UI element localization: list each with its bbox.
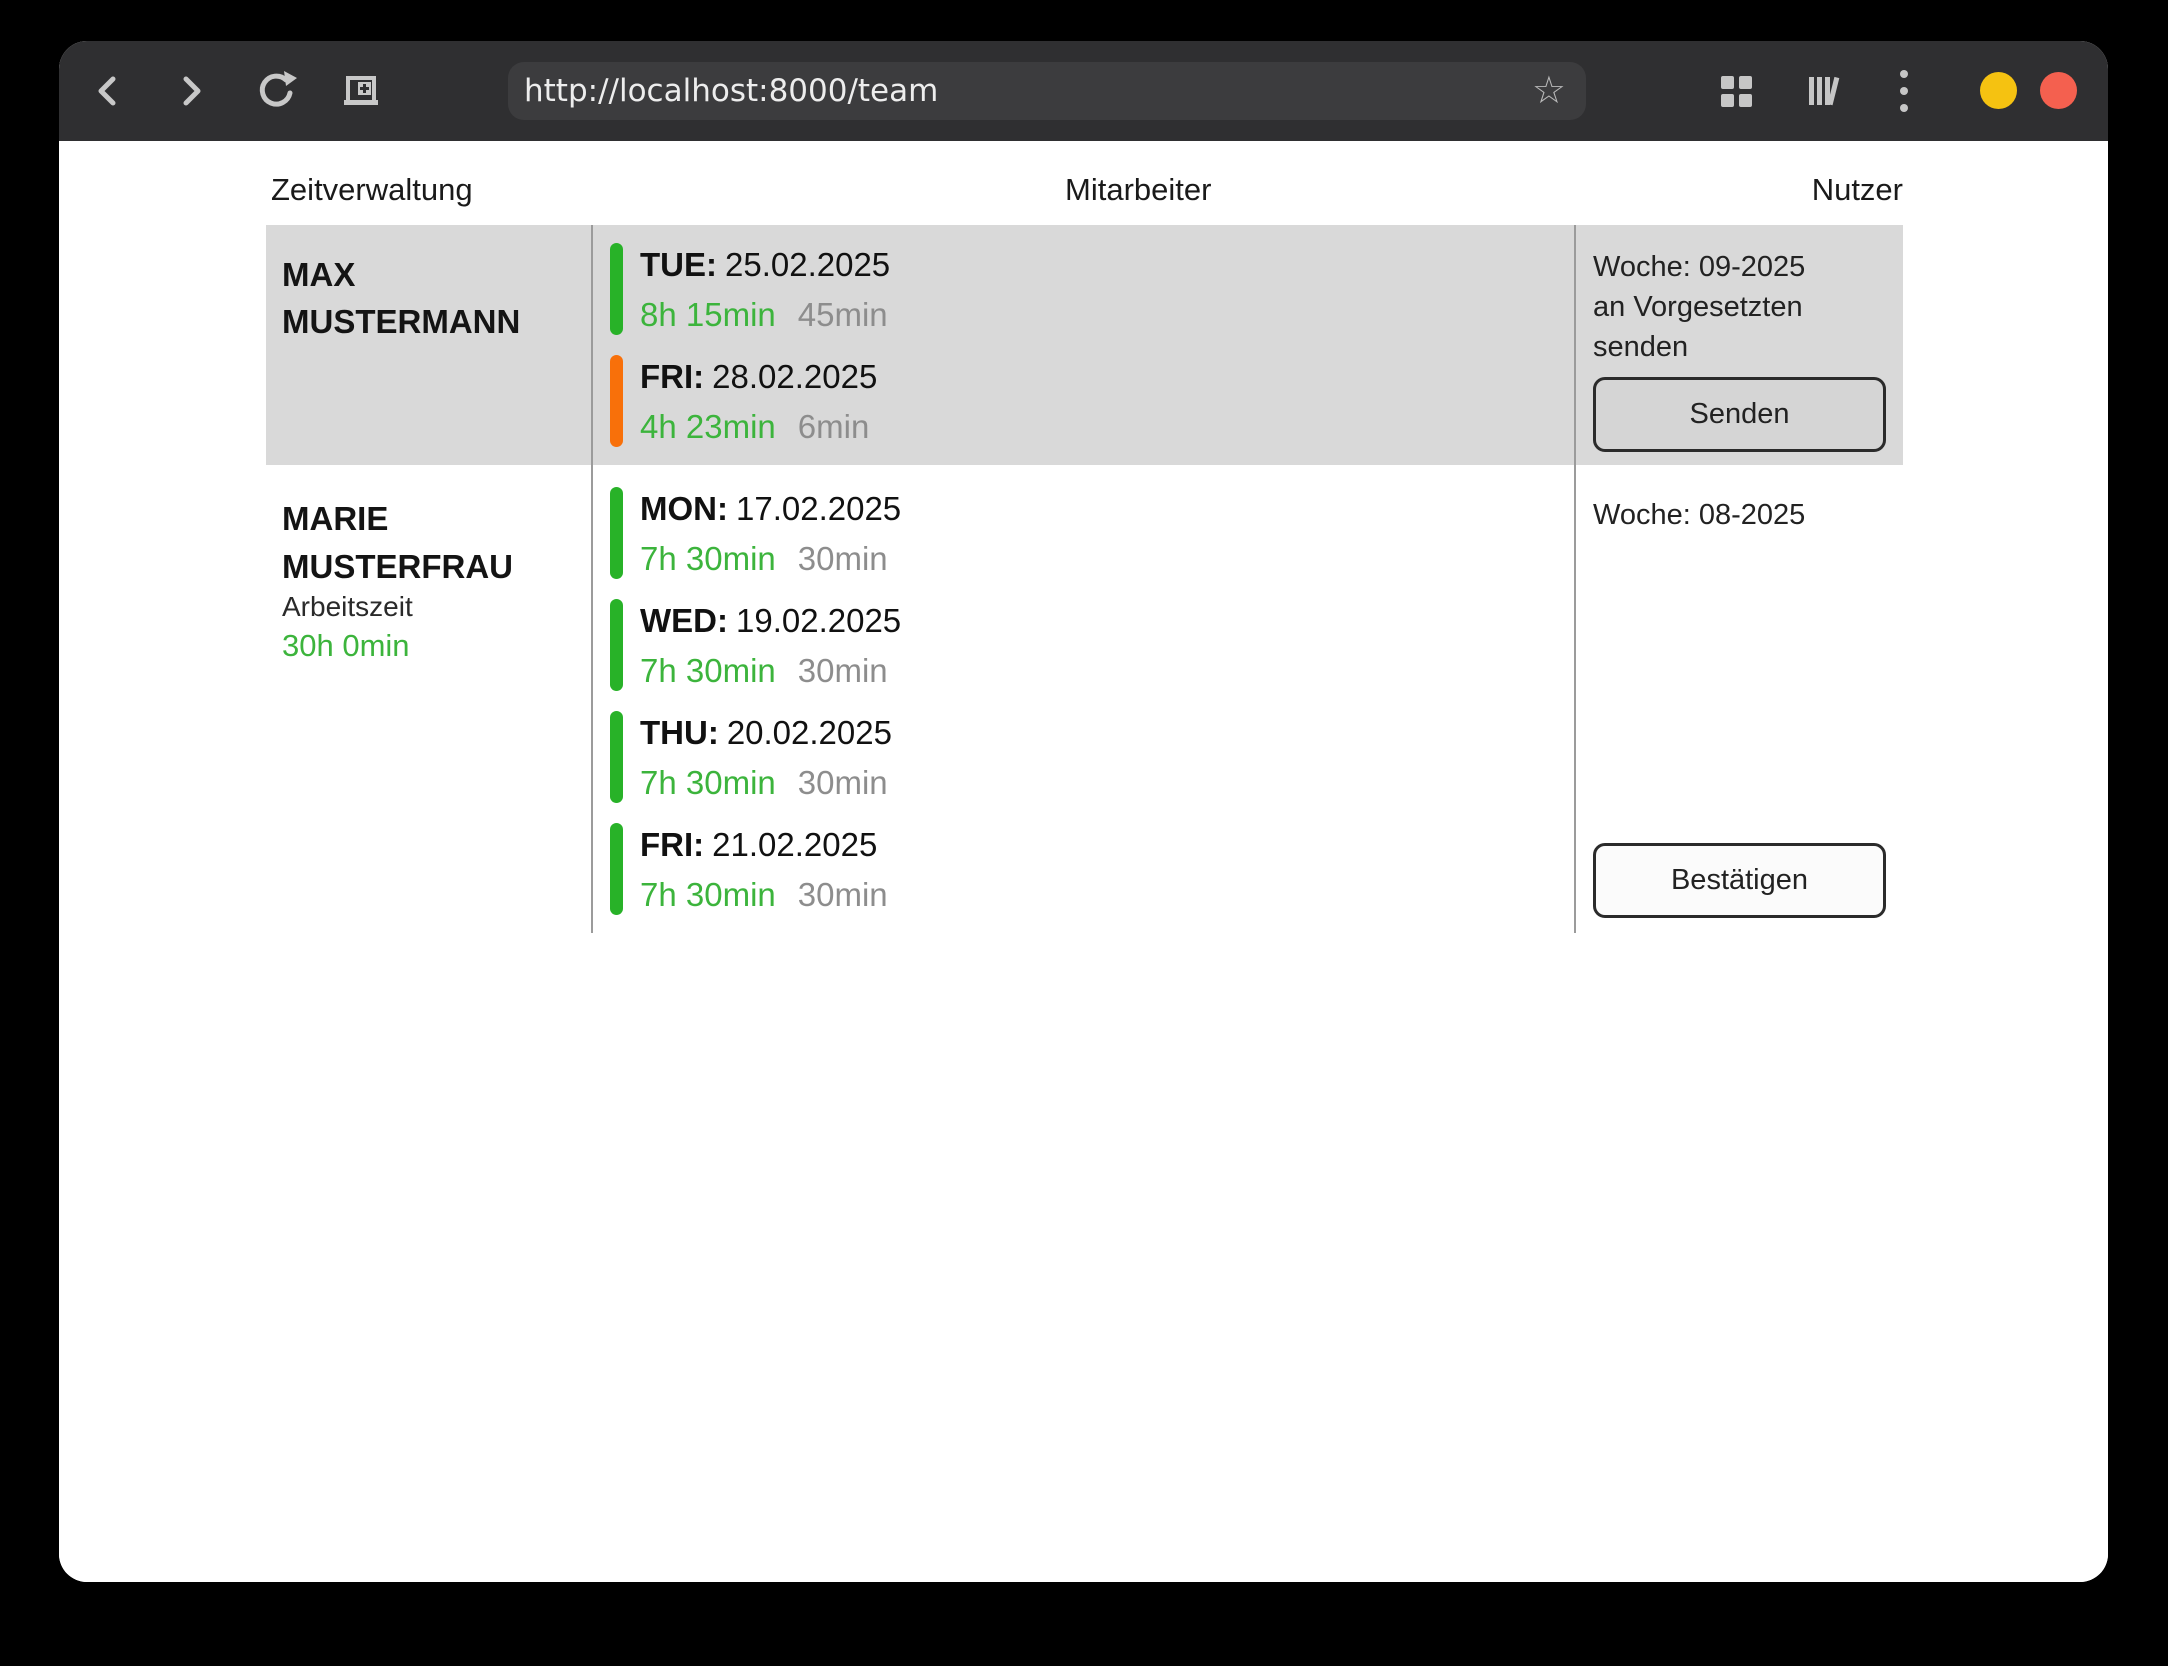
time-entry: FRI:21.02.2025 7h 30min 30min: [610, 823, 888, 917]
senden-button[interactable]: Senden: [1593, 377, 1886, 452]
new-tab-button[interactable]: [339, 41, 383, 141]
entry-date: 28.02.2025: [712, 358, 877, 395]
nav-item-nutzer[interactable]: Nutzer: [1812, 170, 1903, 210]
employee-last-name: MUSTERFRAU: [282, 543, 513, 591]
kebab-menu-icon: [1900, 70, 1908, 112]
worked-duration: 4h 23min: [640, 408, 776, 445]
chevron-right-icon: [171, 69, 211, 113]
employee-subtitle: Arbeitszeit: [282, 590, 413, 624]
entry-day-label: FRI:: [640, 826, 704, 863]
reload-button[interactable]: [254, 41, 298, 141]
time-entry: WED:19.02.2025 7h 30min 30min: [610, 599, 901, 693]
entry-day-label: TUE:: [640, 246, 717, 283]
column-divider-right: [1574, 225, 1576, 933]
status-bar-orange-icon: [610, 355, 623, 447]
bookmark-star-icon[interactable]: ☆: [1532, 71, 1566, 109]
page-content: Zeitverwaltung Mitarbeiter Nutzer MAX MU…: [59, 141, 2108, 1582]
worked-duration: 7h 30min: [640, 876, 776, 913]
url-bar[interactable]: http://localhost:8000/team ☆: [508, 62, 1586, 120]
grid-icon: [1721, 76, 1752, 107]
worked-duration: 7h 30min: [640, 540, 776, 577]
chevron-left-icon: [88, 69, 128, 113]
break-duration: 30min: [798, 764, 888, 801]
back-button[interactable]: [88, 41, 128, 141]
week-note-line: an Vorgesetzten: [1593, 287, 1805, 327]
time-entry: MON:17.02.2025 7h 30min 30min: [610, 487, 901, 581]
browser-window: http://localhost:8000/team ☆ Zeitverwalt: [59, 41, 2108, 1582]
time-entry: THU:20.02.2025 7h 30min 30min: [610, 711, 892, 805]
break-duration: 30min: [798, 540, 888, 577]
status-bar-green-icon: [610, 487, 623, 579]
browser-toolbar: http://localhost:8000/team ☆: [59, 41, 2108, 141]
employee-first-name: MAX: [282, 251, 520, 298]
entry-day-label: THU:: [640, 714, 719, 751]
worked-duration: 8h 15min: [640, 296, 776, 333]
entry-date: 19.02.2025: [736, 602, 901, 639]
employee-last-name: MUSTERMANN: [282, 298, 520, 345]
nav-item-mitarbeiter[interactable]: Mitarbeiter: [1065, 170, 1211, 210]
entry-day-label: WED:: [640, 602, 728, 639]
entry-date: 25.02.2025: [725, 246, 890, 283]
worked-duration: 7h 30min: [640, 652, 776, 689]
reload-icon: [254, 69, 298, 113]
close-button[interactable]: [2040, 72, 2077, 109]
menu-button[interactable]: [1892, 41, 1916, 141]
worked-duration: 7h 30min: [640, 764, 776, 801]
library-button[interactable]: [1801, 41, 1845, 141]
employee-total-hours: 30h 0min: [282, 628, 410, 664]
status-bar-green-icon: [610, 599, 623, 691]
status-bar-green-icon: [610, 823, 623, 915]
employee-name: MARIE MUSTERFRAU: [282, 495, 513, 591]
url-text: http://localhost:8000/team: [524, 73, 938, 109]
time-entry: TUE:25.02.2025 8h 15min 45min: [610, 243, 890, 337]
break-duration: 30min: [798, 876, 888, 913]
nav-item-zeitverwaltung[interactable]: Zeitverwaltung: [271, 170, 473, 210]
entry-day-label: MON:: [640, 490, 728, 527]
week-label: Woche: 09-2025: [1593, 247, 1805, 287]
break-duration: 6min: [798, 408, 870, 445]
forward-button[interactable]: [171, 41, 211, 141]
week-note-line: senden: [1593, 327, 1805, 367]
break-duration: 45min: [798, 296, 888, 333]
minimize-button[interactable]: [1980, 72, 2017, 109]
tab-overview-button[interactable]: [1719, 41, 1753, 141]
bestaetigen-button[interactable]: Bestätigen: [1593, 843, 1886, 918]
break-duration: 30min: [798, 652, 888, 689]
new-tab-icon: [339, 69, 383, 113]
week-note: Woche: 08-2025: [1593, 495, 1805, 535]
library-icon: [1801, 69, 1845, 113]
status-bar-green-icon: [610, 243, 623, 335]
entry-date: 20.02.2025: [727, 714, 892, 751]
entry-date: 17.02.2025: [736, 490, 901, 527]
entry-day-label: FRI:: [640, 358, 704, 395]
status-bar-green-icon: [610, 711, 623, 803]
entry-date: 21.02.2025: [712, 826, 877, 863]
employee-name: MAX MUSTERMANN: [282, 251, 520, 345]
week-label: Woche: 08-2025: [1593, 495, 1805, 535]
column-divider-left: [591, 225, 593, 933]
employee-first-name: MARIE: [282, 495, 513, 543]
week-note: Woche: 09-2025 an Vorgesetzten senden: [1593, 247, 1805, 367]
time-entry: FRI:28.02.2025 4h 23min 6min: [610, 355, 877, 449]
